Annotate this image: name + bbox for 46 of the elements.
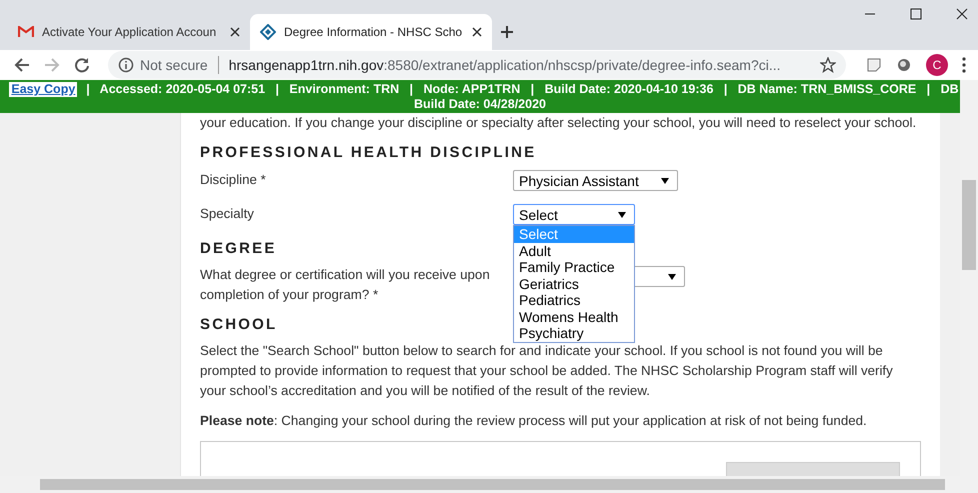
dropdown-option[interactable]: Family Practice (514, 259, 634, 276)
maximize-icon[interactable] (910, 8, 922, 20)
tab-title: Degree Information - NHSC Scho (284, 25, 464, 39)
menu-icon[interactable] (962, 57, 966, 73)
easy-copy-link[interactable]: Easy Copy (9, 82, 78, 97)
caret-icon (618, 212, 626, 218)
dropdown-option[interactable]: Adult (514, 242, 634, 259)
dropdown[interactable]: Physician Assistant (513, 170, 678, 191)
dropdown[interactable]: Select (513, 204, 635, 225)
section-heading: DEGREE (200, 240, 277, 258)
mail-icon (18, 26, 34, 38)
tab-title: Activate Your Application Accoun (42, 25, 218, 39)
close-icon[interactable] (230, 27, 240, 37)
dropdown-option[interactable]: Geriatrics (514, 276, 634, 292)
extension-icon[interactable] (866, 57, 882, 73)
caret-icon (668, 274, 676, 280)
extension-icon[interactable] (896, 57, 912, 73)
dropdown-option[interactable]: Pediatrics (514, 292, 634, 308)
back-icon[interactable] (14, 57, 30, 73)
environment-info: | Accessed: 2020-05-04 07:51 | Environment: TRN | Node: APP1TRN | Build Date: 2020-04-10 19:36 | DB Name: TRN_BMISS_CORE | DB (85, 82, 959, 97)
profile-avatar[interactable]: C (926, 54, 948, 76)
paragraph: Select the "Search School" button below to search for and indicate your school. If you school is not found you will be prompted to provide information to request that your school be added. The NHSC Scholarship Program staff will verify your school’s accreditation and you will be notified of the result of the review. (200, 342, 894, 400)
intro-text: your education. If you change your discipline or specialty after selecting your school, you will need to reselect your school. (200, 114, 918, 132)
close-icon[interactable] (956, 8, 968, 20)
security-label: Not secure (140, 57, 208, 73)
new-tab-button[interactable] (500, 25, 514, 39)
diamond-logo-icon (260, 24, 276, 40)
url-text: hrsangenapp1trn.nih.gov:8580/extranet/application/nhscsp/private/degree-info.seam?ci... (228, 57, 782, 73)
dropdown-option[interactable]: Psychiatry (514, 325, 634, 342)
field-label: Specialty (200, 205, 255, 223)
section-heading: PROFESSIONAL HEALTH DISCIPLINE (200, 144, 536, 162)
address-bar[interactable]: Not secure hrsangenapp1trn.nih.gov:8580/extranet/application/nhscsp/private/degree-info.seam?ci... (108, 51, 846, 79)
info-icon[interactable] (118, 57, 134, 73)
horizontal-scrollbar[interactable] (0, 476, 978, 493)
reload-icon[interactable] (74, 57, 90, 73)
star-icon[interactable] (820, 57, 836, 73)
dropdown-option[interactable]: Womens Health (514, 308, 634, 325)
field-label: What degree or certification will you receive upon completion of your program? * (200, 266, 491, 304)
build-date: Build Date: 04/28/2020 (414, 97, 546, 111)
close-icon[interactable] (472, 27, 482, 37)
field-label: Discipline * (200, 171, 267, 189)
caret-icon (661, 178, 669, 184)
note-text: Please note: Changing your school during the review process will put your application at risk of not being funded. (200, 412, 868, 430)
browser-tab[interactable]: Degree Information - NHSC Scho (250, 14, 492, 50)
browser-tab[interactable]: Activate Your Application Accoun (8, 14, 250, 50)
section-heading: SCHOOL (200, 316, 278, 334)
